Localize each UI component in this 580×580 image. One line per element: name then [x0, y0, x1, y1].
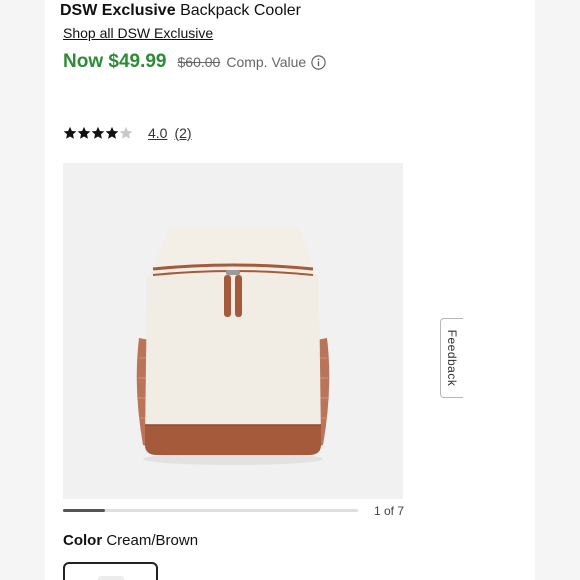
star-rating[interactable] [63, 126, 133, 140]
comp-price: $60.00 [177, 54, 221, 70]
color-label: Color [63, 532, 103, 549]
star-empty-icon [119, 126, 133, 139]
info-circle-icon[interactable] [311, 55, 326, 70]
color-value: Cream/Brown [106, 532, 199, 549]
product-title: DSW Exclusive Backpack Cooler [60, 2, 301, 20]
shop-all-brand-link[interactable]: Shop all DSW Exclusive [63, 25, 213, 41]
star-filled-icon [63, 126, 77, 139]
backpack-cooler-image [136, 227, 330, 465]
star-filled-icon [91, 126, 105, 139]
comp-value-label: Comp. Value [226, 54, 307, 70]
rating-value[interactable]: 4.0 [148, 125, 167, 141]
product-name: Backpack Cooler [180, 2, 302, 19]
star-filled-icon [77, 126, 91, 139]
price-row: Now $49.99 $60.00 Comp. Value [63, 51, 326, 73]
carousel-progress[interactable] [63, 509, 358, 512]
color-selection-label: Color Cream/Brown [63, 532, 198, 549]
brand-name: DSW Exclusive [60, 2, 176, 19]
carousel-counter: 1 of 7 [374, 504, 405, 518]
color-swatch-cream-brown[interactable] [63, 562, 158, 580]
carousel-progress-fill [63, 509, 106, 512]
now-price: Now $49.99 [63, 51, 167, 72]
feedback-label: Feedback [445, 329, 459, 387]
rating-row: 4.0 (2) [63, 125, 192, 141]
feedback-tab[interactable]: Feedback [440, 318, 463, 398]
swatch-thumbnail [98, 576, 124, 580]
product-image[interactable] [63, 163, 403, 499]
star-filled-icon [105, 126, 119, 139]
review-count-link[interactable]: (2) [174, 125, 191, 141]
